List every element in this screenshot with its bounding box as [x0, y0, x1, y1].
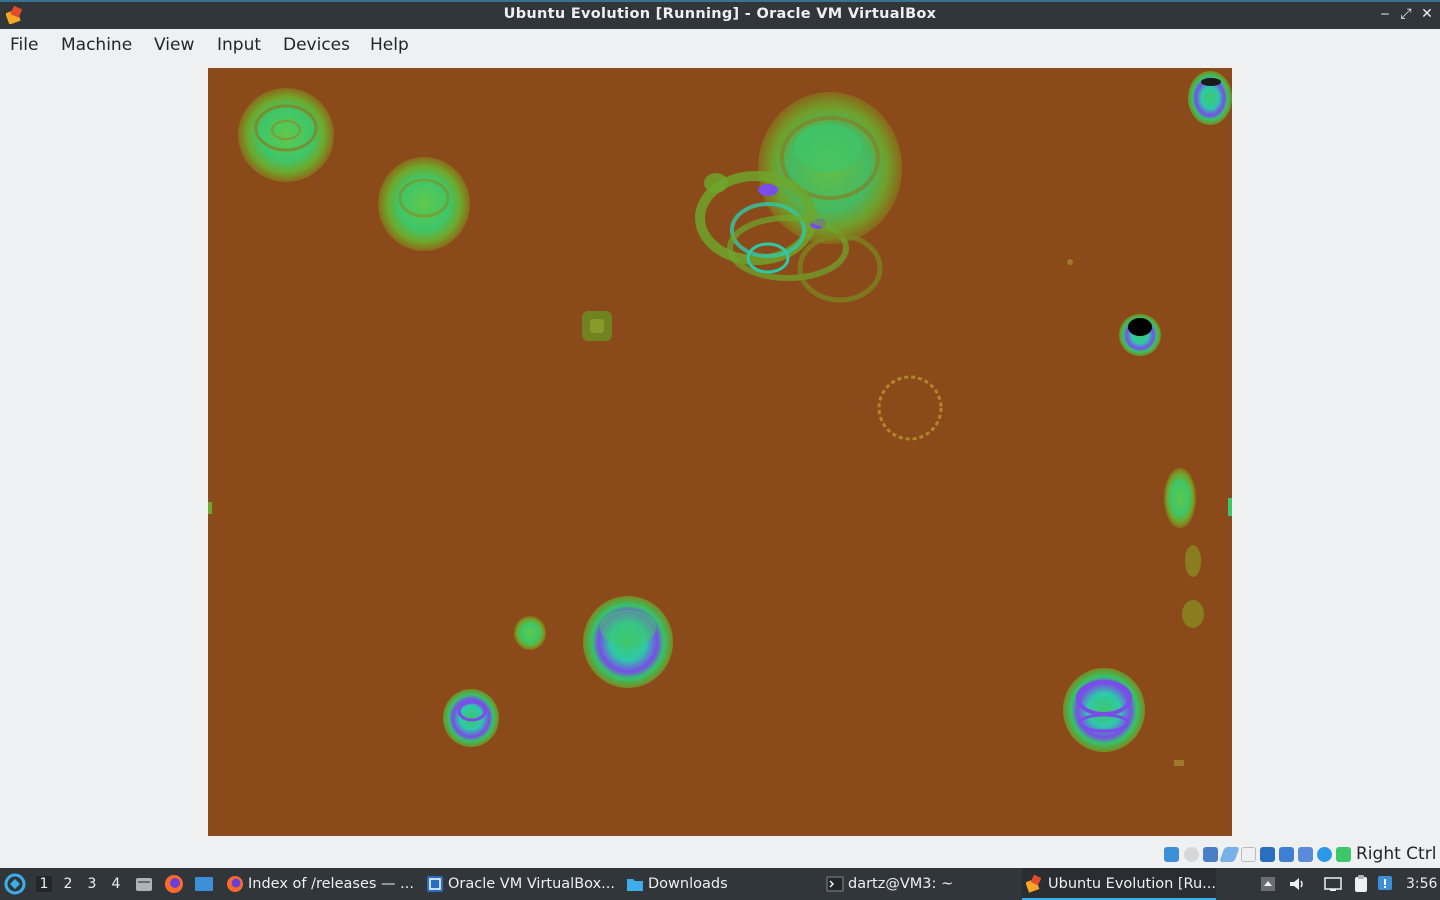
task-label: Index of /releases — ... — [248, 876, 414, 892]
taskbar: 1 2 3 4 Index of /releases — ... Oracle … — [0, 868, 1440, 900]
workspace-3[interactable]: 3 — [84, 876, 100, 892]
menu-input[interactable]: Input — [217, 35, 261, 55]
bubble — [582, 311, 612, 341]
notification-icon[interactable] — [1376, 874, 1396, 894]
menu-help[interactable]: Help — [370, 35, 409, 55]
vm-display[interactable] — [208, 68, 1232, 836]
network-icon[interactable] — [1323, 874, 1343, 894]
bubble — [1188, 71, 1232, 125]
edge-artifact — [1228, 498, 1232, 516]
task-label: dartz@VM3: ~ — [848, 876, 954, 892]
firefox-icon[interactable] — [164, 874, 184, 894]
shared-folders-icon[interactable] — [1260, 847, 1275, 862]
bubble — [1119, 314, 1161, 356]
volume-icon[interactable] — [1287, 874, 1307, 894]
workspace-2[interactable]: 2 — [60, 876, 76, 892]
close-button[interactable]: ✕ — [1419, 5, 1435, 23]
vm-status-bar: Right Ctrl — [0, 842, 1440, 868]
edge-artifact — [208, 502, 212, 514]
folder-icon — [627, 879, 643, 891]
vm-guest-graphics — [208, 71, 1232, 766]
bubble — [378, 157, 470, 251]
menu-view[interactable]: View — [154, 35, 194, 55]
menu-machine[interactable]: Machine — [61, 35, 132, 55]
bubble — [238, 88, 334, 182]
task-virtualbox-manager[interactable]: Oracle VM VirtualBox... — [422, 868, 618, 900]
start-menu-icon[interactable] — [4, 873, 26, 895]
show-desktop-icon[interactable] — [194, 874, 214, 894]
mouse-integration-icon[interactable] — [1336, 847, 1351, 862]
menu-file[interactable]: File — [10, 35, 38, 55]
clipboard-icon[interactable] — [1351, 874, 1371, 894]
virtualbox-manager-icon — [427, 876, 443, 892]
task-label: Oracle VM VirtualBox... — [448, 876, 615, 892]
host-key-label: Right Ctrl — [1356, 844, 1437, 864]
virtualbox-icon — [1026, 875, 1042, 893]
task-terminal[interactable]: dartz@VM3: ~ — [822, 868, 1018, 900]
clock: 3:56 — [1406, 876, 1438, 892]
workspace-4[interactable]: 4 — [108, 876, 124, 892]
task-label: Downloads — [648, 876, 728, 892]
speck — [1174, 760, 1184, 766]
network-icon[interactable] — [1219, 847, 1240, 862]
task-label: Ubuntu Evolution [Ru... — [1048, 876, 1216, 892]
window-title: Ubuntu Evolution [Running] - Oracle VM V… — [503, 6, 937, 22]
display-icon[interactable] — [1279, 847, 1294, 862]
titlebar-accent-line — [0, 0, 1440, 2]
workspace-1[interactable]: 1 — [36, 876, 52, 892]
optical-drive-icon[interactable] — [1184, 847, 1199, 862]
bubble-ring — [877, 375, 943, 441]
video-capture-icon[interactable] — [1298, 847, 1313, 862]
file-manager-icon[interactable] — [134, 874, 154, 894]
menu-bar: File Machine View Input Devices Help — [0, 29, 1440, 62]
task-firefox[interactable]: Index of /releases — ... — [222, 868, 418, 900]
terminal-icon — [826, 876, 844, 892]
bubble — [514, 616, 546, 650]
audio-icon[interactable] — [1203, 847, 1218, 862]
minimize-button[interactable]: ‒ — [1377, 5, 1393, 23]
usb-icon[interactable] — [1241, 847, 1256, 862]
bubble — [1063, 668, 1145, 752]
bubble — [583, 596, 673, 688]
bubble-cluster — [695, 92, 902, 303]
cpu-icon[interactable] — [1317, 847, 1332, 862]
bubble — [1164, 468, 1204, 628]
maximize-button[interactable]: ⤢ — [1398, 5, 1414, 23]
hard-disk-icon[interactable] — [1164, 847, 1179, 862]
bubble — [443, 689, 499, 747]
speck — [1067, 259, 1073, 265]
tray-expand-icon[interactable] — [1258, 874, 1278, 894]
firefox-icon — [227, 876, 243, 892]
task-downloads[interactable]: Downloads — [622, 868, 818, 900]
window-titlebar[interactable]: Ubuntu Evolution [Running] - Oracle VM V… — [0, 0, 1440, 29]
menu-devices[interactable]: Devices — [283, 35, 350, 55]
task-ubuntu-evolution[interactable]: Ubuntu Evolution [Ru... — [1022, 868, 1216, 900]
